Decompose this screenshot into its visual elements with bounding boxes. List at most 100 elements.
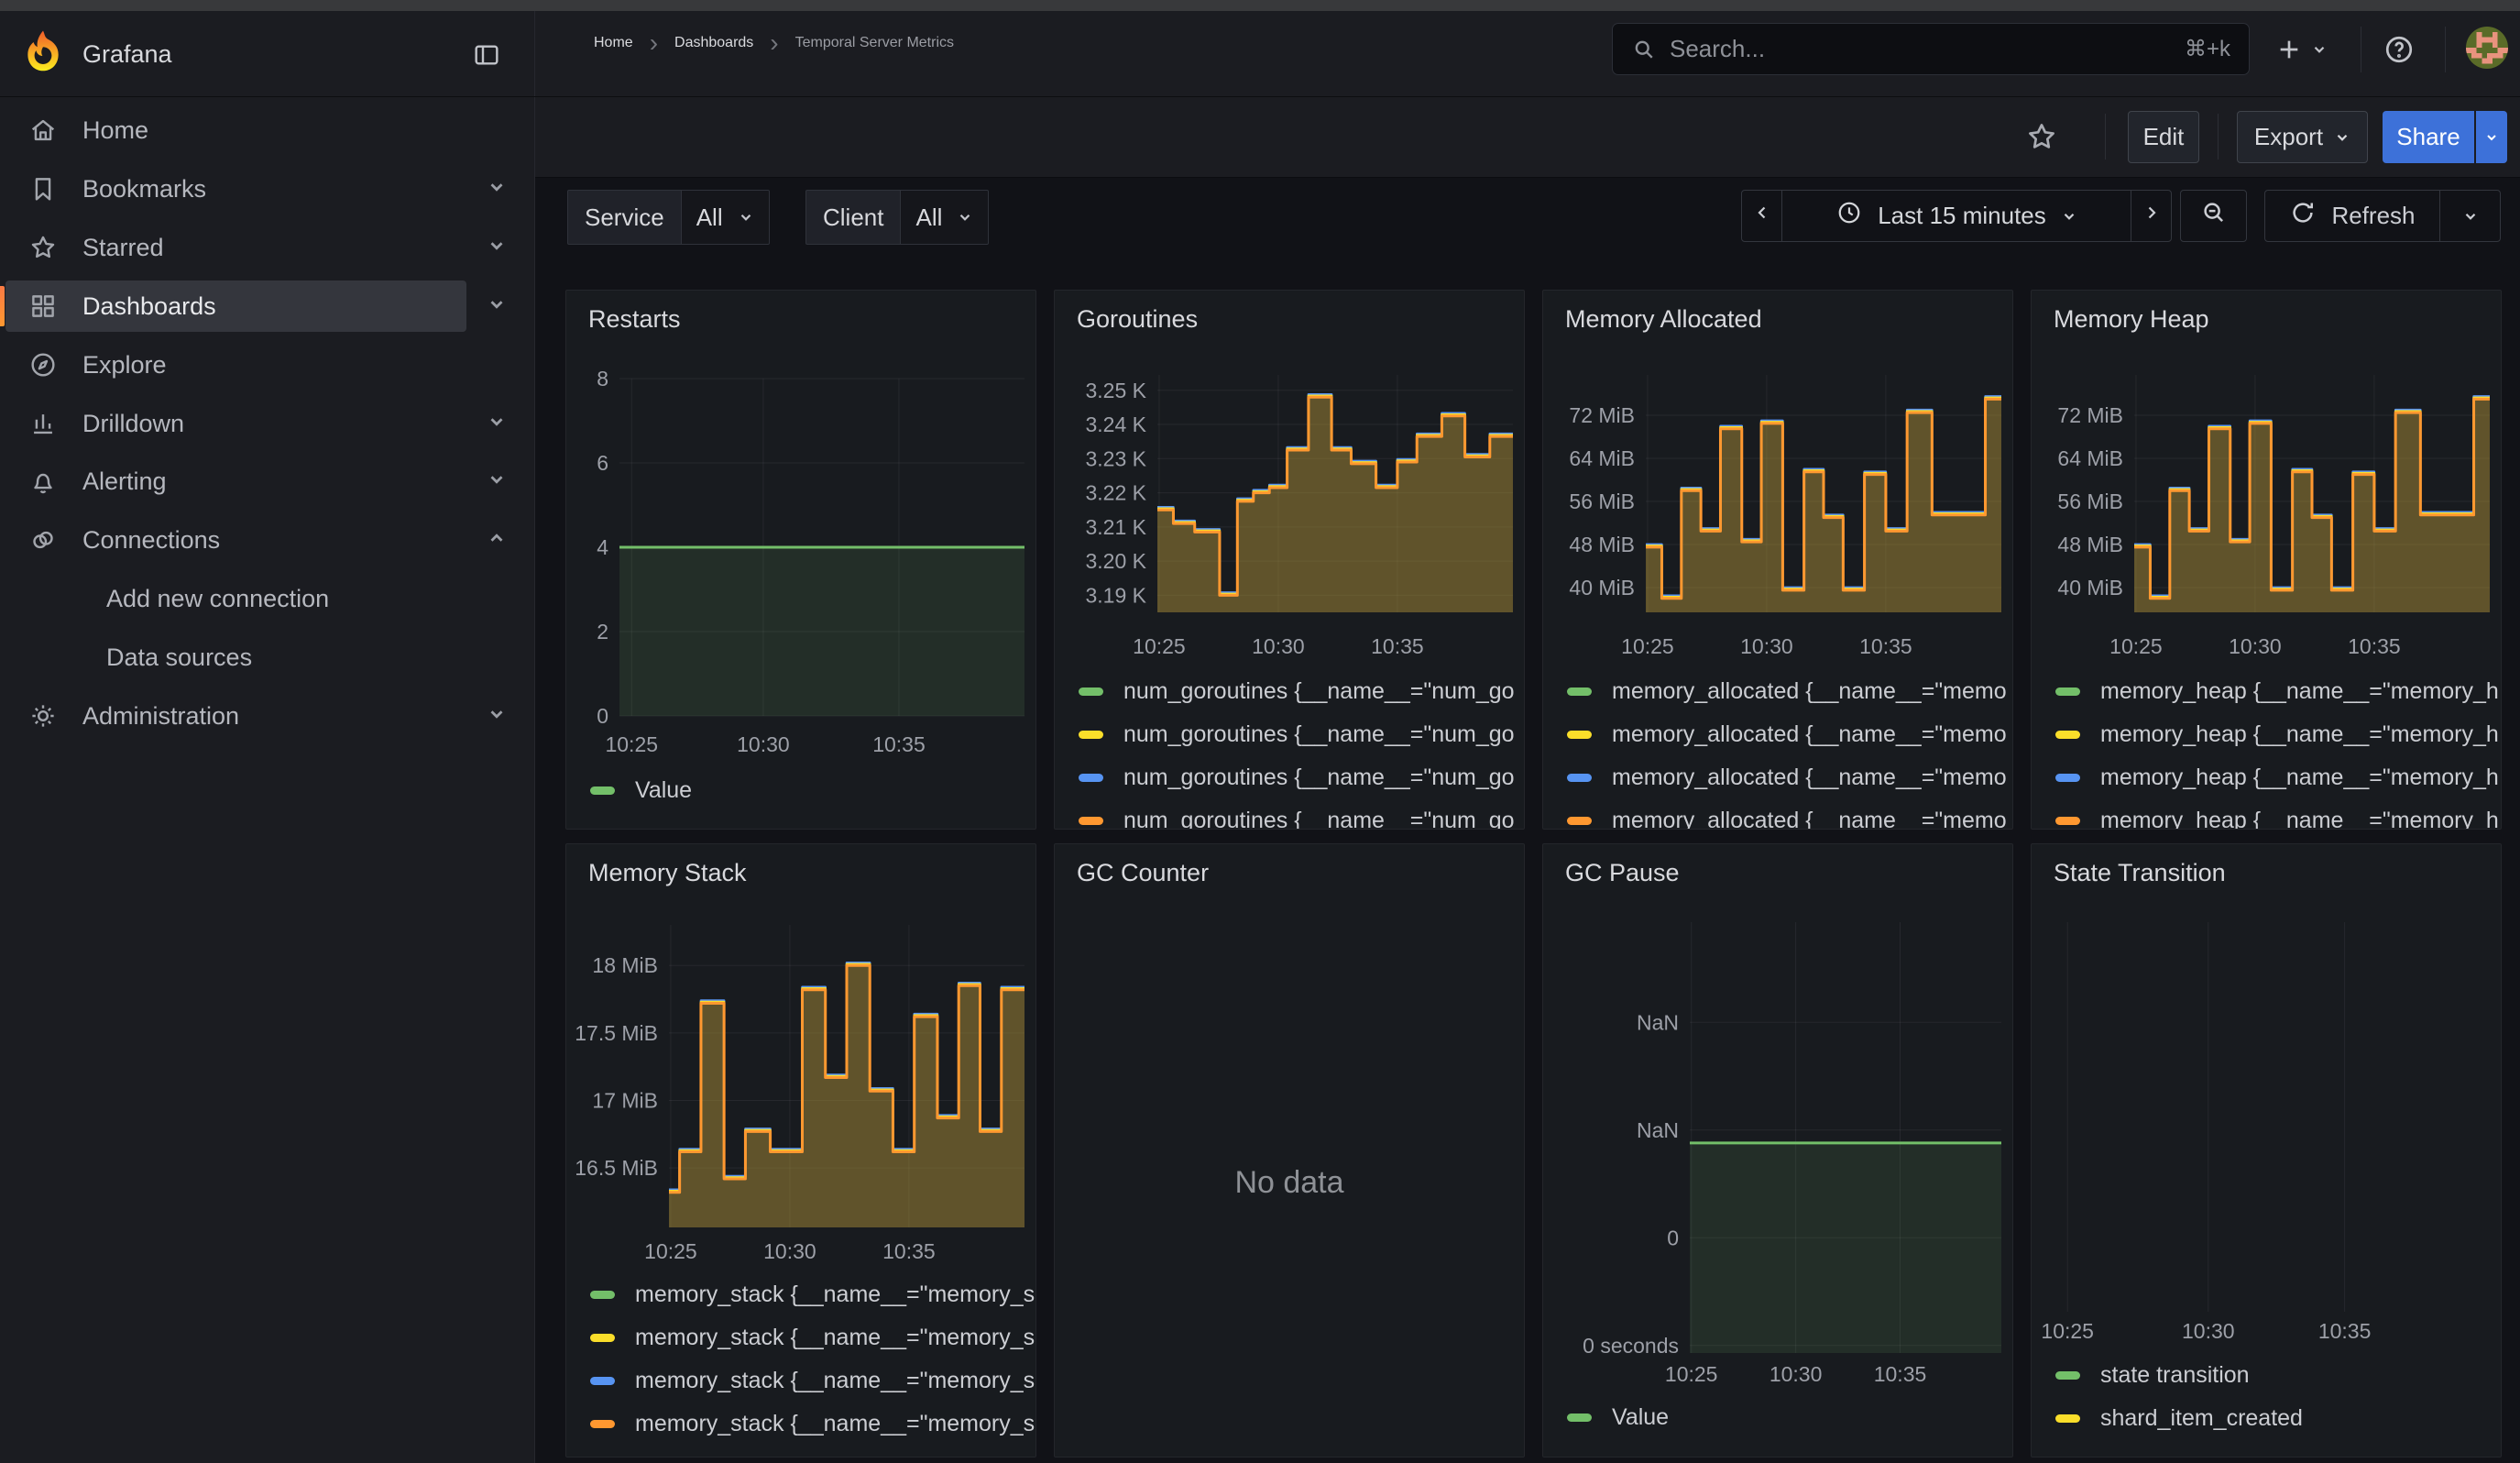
sidebar-toggle-icon[interactable] [472,40,501,70]
panel-gc-pause[interactable]: 10:2510:3010:350 seconds0NaNNaN GC Pause… [1542,843,2013,1458]
legend-item[interactable]: memory_stack {__name__="memory_s [590,1367,1035,1394]
chevron-down-icon[interactable] [487,292,507,321]
legend-item[interactable]: memory_heap {__name__="memory_h [2055,677,2501,705]
time-back-button[interactable] [1741,190,1782,242]
panel-title[interactable]: Memory Allocated [1565,305,1762,334]
panel-memory-stack[interactable]: 10:2510:3010:3516.5 MiB17 MiB17.5 MiB18 … [565,843,1036,1458]
legend-item[interactable]: num_goroutines {__name__="num_go [1079,720,1524,748]
user-avatar[interactable] [2466,27,2508,69]
legend-item[interactable]: memory_stack {__name__="memory_s [590,1324,1035,1351]
legend-item[interactable]: memory_heap {__name__="memory_h [2055,764,2501,791]
breadcrumb-dashboards[interactable]: Dashboards [674,35,753,51]
legend-item[interactable]: num_goroutines {__name__="num_go [1079,807,1524,830]
series-color-chip [590,1420,615,1428]
sidebar-item-bookmarks[interactable]: Bookmarks [0,163,534,214]
sidebar-item-connections[interactable]: Connections [0,514,534,566]
legend-item[interactable]: num_goroutines {__name__="num_go [1079,764,1524,791]
legend-label[interactable]: num_goroutines {__name__="num_go [1123,678,1515,705]
legend-item[interactable]: memory_stack {__name__="memory_s [590,1281,1035,1308]
panel-memory-heap[interactable]: 10:2510:3010:3540 MiB48 MiB56 MiB64 MiB7… [2031,290,2502,830]
legend-item[interactable]: Value [1567,1403,2012,1431]
legend-label[interactable]: memory_heap {__name__="memory_h [2100,721,2499,748]
legend-label[interactable]: Value [635,777,692,804]
edit-button[interactable]: Edit [2128,111,2199,163]
sidebar-item-data-sources[interactable]: Data sources [0,632,534,683]
panel-restarts[interactable]: 10:2510:3010:3502468 Restarts Value [565,290,1036,830]
sidebar-item-home[interactable]: Home [0,104,534,156]
service-filter[interactable]: Service All [567,190,770,245]
panel-title[interactable]: Memory Heap [2054,305,2209,334]
client-filter[interactable]: Client All [805,190,989,245]
legend-label[interactable]: Value [1612,1404,1669,1431]
breadcrumb-home[interactable]: Home [594,35,633,51]
legend-item[interactable]: num_goroutines {__name__="num_go [1079,677,1524,705]
svg-text:10:35: 10:35 [1859,634,1912,658]
chevron-up-icon[interactable] [487,526,507,555]
legend-label[interactable]: memory_stack {__name__="memory_s [635,1411,1035,1437]
legend-label[interactable]: memory_stack {__name__="memory_s [635,1282,1035,1308]
legend-item[interactable]: memory_heap {__name__="memory_h [2055,720,2501,748]
chevron-down-icon[interactable] [487,702,507,731]
refresh-button[interactable]: Refresh [2264,190,2440,242]
legend-item[interactable]: memory_allocated {__name__="memo [1567,677,2012,705]
panel-title[interactable]: GC Counter [1077,859,1209,887]
chevron-down-icon[interactable] [487,175,507,204]
share-options-button[interactable] [2476,111,2507,163]
chevron-down-icon[interactable] [487,468,507,496]
legend-label[interactable]: num_goroutines {__name__="num_go [1123,764,1515,791]
svg-text:0: 0 [1667,1226,1679,1249]
panel-title[interactable]: Restarts [588,305,681,334]
sidebar-item-administration[interactable]: Administration [0,690,534,742]
client-filter-value[interactable]: All [900,190,989,245]
legend-label[interactable]: memory_allocated {__name__="memo [1612,721,2007,748]
legend-item[interactable]: state transition [2055,1361,2501,1389]
legend-label[interactable]: num_goroutines {__name__="num_go [1123,721,1515,748]
legend-label[interactable]: memory_heap {__name__="memory_h [2100,808,2499,830]
panel-gc-counter[interactable]: GC Counter No data [1054,843,1525,1458]
legend-label[interactable]: memory_allocated {__name__="memo [1612,764,2007,791]
sidebar-item-dashboards[interactable]: Dashboards [0,280,534,332]
legend-label[interactable]: memory_allocated {__name__="memo [1612,678,2007,705]
add-new-button[interactable] [2274,35,2328,64]
sidebar-item-drilldown[interactable]: Drilldown [0,398,534,449]
time-forward-button[interactable] [2131,190,2172,242]
legend-item[interactable]: memory_heap {__name__="memory_h [2055,807,2501,830]
panel-title[interactable]: GC Pause [1565,859,1680,887]
legend-label[interactable]: shard_item_created [2100,1405,2303,1432]
panel-title[interactable]: Goroutines [1077,305,1198,334]
search-input[interactable]: Search... ⌘+k [1612,23,2250,75]
export-button[interactable]: Export [2237,111,2368,163]
legend-item[interactable]: memory_allocated {__name__="memo [1567,807,2012,830]
panel-state-transition[interactable]: 10:2510:3010:35 State Transition state t… [2031,843,2502,1458]
sidebar-item-starred[interactable]: Starred [0,222,534,273]
panel-goroutines[interactable]: 10:2510:3010:353.19 K3.20 K3.21 K3.22 K3… [1054,290,1525,830]
legend-label[interactable]: memory_stack {__name__="memory_s [635,1368,1035,1394]
legend-label[interactable]: memory_allocated {__name__="memo [1612,808,2007,830]
legend-label[interactable]: state transition [2100,1362,2250,1389]
chevron-down-icon[interactable] [487,410,507,438]
sidebar-item-add-new-connection[interactable]: Add new connection [0,573,534,624]
legend-label[interactable]: num_goroutines {__name__="num_go [1123,808,1515,830]
help-icon[interactable] [2383,33,2416,66]
favorite-star-icon[interactable] [2025,120,2058,153]
legend-label[interactable]: memory_stack {__name__="memory_s [635,1325,1035,1351]
sidebar-item-alerting[interactable]: Alerting [0,456,534,507]
legend-label[interactable]: memory_heap {__name__="memory_h [2100,678,2499,705]
legend-item[interactable]: shard_item_created [2055,1404,2501,1432]
sidebar-item-explore[interactable]: Explore [0,339,534,390]
legend-item[interactable]: memory_allocated {__name__="memo [1567,764,2012,791]
panel-title[interactable]: Memory Stack [588,859,747,887]
service-filter-value[interactable]: All [681,190,770,245]
legend-item[interactable]: memory_stack {__name__="memory_s [590,1410,1035,1437]
sidebar-nav: Home Bookmarks Starred Dashboards Explore Dri… [0,97,535,1463]
panel-memory-allocated[interactable]: 10:2510:3010:3540 MiB48 MiB56 MiB64 MiB7… [1542,290,2013,830]
zoom-out-button[interactable] [2180,190,2247,242]
time-range-picker[interactable]: Last 15 minutes [1781,190,2131,242]
chevron-down-icon[interactable] [487,234,507,262]
share-button[interactable]: Share [2383,111,2474,163]
panel-title[interactable]: State Transition [2054,859,2226,887]
legend-label[interactable]: memory_heap {__name__="memory_h [2100,764,2499,791]
legend-item[interactable]: Value [590,776,1035,804]
refresh-interval-button[interactable] [2439,190,2501,242]
legend-item[interactable]: memory_allocated {__name__="memo [1567,720,2012,748]
